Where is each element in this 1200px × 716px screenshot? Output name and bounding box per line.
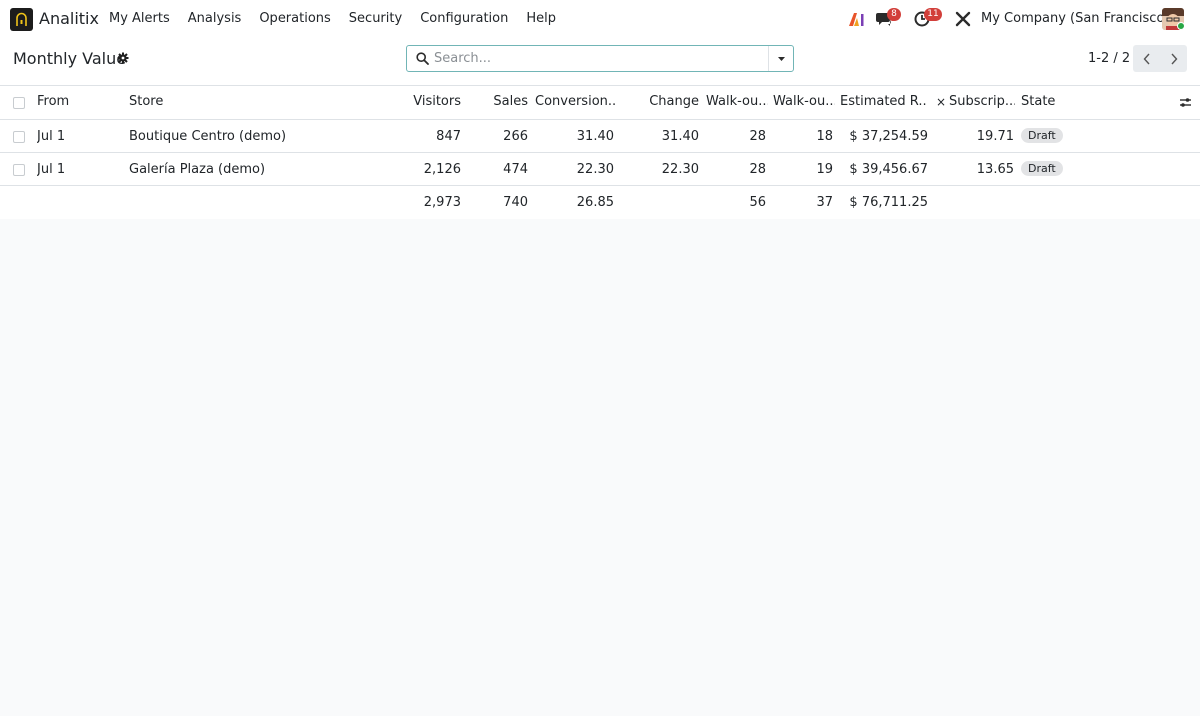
- column-header-state[interactable]: State: [1021, 86, 1101, 120]
- table-header: From Store Visitors Sales Conversion... …: [0, 86, 1200, 120]
- total-walkout-1: 56: [749, 195, 766, 210]
- table-totals-row: 2,973 740 26.85 56 37 $ 76,711.25: [0, 186, 1200, 219]
- total-estimated-revenue: $ 76,711.25: [849, 195, 928, 210]
- column-header-visitors[interactable]: Visitors: [395, 86, 461, 120]
- search-options-toggle[interactable]: [768, 46, 793, 71]
- page-title: Monthly Value: [13, 49, 127, 68]
- menu-my-alerts[interactable]: My Alerts: [100, 0, 179, 38]
- ai-icon[interactable]: [848, 11, 866, 27]
- remove-column-icon[interactable]: ×: [936, 86, 946, 120]
- caret-down-icon: [777, 56, 785, 61]
- search-box[interactable]: [406, 45, 794, 72]
- cell-sales: 266: [503, 129, 528, 144]
- cell-estimated-revenue: $ 37,254.59: [849, 129, 928, 144]
- app-logo-icon[interactable]: [10, 8, 33, 31]
- cell-sales: 474: [503, 162, 528, 177]
- column-header-walkout-2[interactable]: Walk-ou...: [773, 86, 835, 120]
- cell-conversion: 31.40: [576, 129, 614, 144]
- cell-subscription: 13.65: [976, 162, 1014, 177]
- total-visitors: 2,973: [423, 195, 461, 210]
- cell-walkout-2: 18: [816, 129, 833, 144]
- pager-value[interactable]: 1-2 / 2: [1088, 51, 1130, 66]
- search-icon: [416, 52, 429, 65]
- column-header-walkout-1[interactable]: Walk-ou...: [706, 86, 768, 120]
- row-checkbox[interactable]: [13, 131, 25, 143]
- cell-conversion: 22.30: [576, 162, 614, 177]
- chevron-left-icon: [1143, 53, 1150, 64]
- status-badge: Draft: [1021, 128, 1063, 143]
- cell-visitors: 2,126: [423, 162, 461, 177]
- cell-from: Jul 1: [37, 129, 66, 144]
- optional-columns-icon[interactable]: [1179, 96, 1192, 109]
- menu-configuration[interactable]: Configuration: [411, 0, 517, 38]
- column-header-estimated-revenue[interactable]: Estimated R...: [840, 86, 928, 120]
- pager-previous-button[interactable]: [1133, 45, 1160, 72]
- online-status-icon: [1177, 22, 1185, 30]
- menu-operations[interactable]: Operations: [250, 0, 339, 38]
- company-switcher[interactable]: My Company (San Francisco): [981, 11, 1169, 26]
- total-sales: 740: [503, 195, 528, 210]
- top-navbar: Analitix My Alerts Analysis Operations S…: [0, 0, 1200, 38]
- chat-count-badge: 8: [887, 8, 901, 21]
- table-row[interactable]: Jul 1 Boutique Centro (demo) 847 266 31.…: [0, 120, 1200, 153]
- app-name[interactable]: Analitix: [39, 9, 99, 28]
- cell-store: Galería Plaza (demo): [129, 162, 266, 177]
- activity-count-badge: 11: [924, 8, 942, 21]
- pager-next-button[interactable]: [1160, 45, 1187, 72]
- column-header-conversion[interactable]: Conversion...: [535, 86, 617, 120]
- chevron-right-icon: [1170, 53, 1177, 64]
- cell-store: Boutique Centro (demo): [129, 129, 287, 144]
- status-badge: Draft: [1021, 161, 1063, 176]
- column-header-sales[interactable]: Sales: [470, 86, 528, 120]
- search-input[interactable]: [434, 49, 764, 68]
- gear-icon[interactable]: [117, 52, 129, 64]
- column-header-change[interactable]: Change: [630, 86, 699, 120]
- cell-visitors: 847: [436, 129, 461, 144]
- cell-change: 22.30: [661, 162, 699, 177]
- menu-security[interactable]: Security: [340, 0, 411, 38]
- column-header-from[interactable]: From: [37, 86, 125, 120]
- cell-walkout-1: 28: [749, 129, 766, 144]
- menu-help[interactable]: Help: [517, 0, 565, 38]
- cell-from: Jul 1: [37, 162, 66, 177]
- column-header-subscription[interactable]: Subscrip...: [949, 86, 1015, 120]
- column-header-store[interactable]: Store: [129, 86, 349, 120]
- total-walkout-2: 37: [816, 195, 833, 210]
- control-panel: Monthly Value 1-2 / 2: [0, 38, 1200, 86]
- table-row[interactable]: Jul 1 Galería Plaza (demo) 2,126 474 22.…: [0, 153, 1200, 186]
- cell-estimated-revenue: $ 39,456.67: [849, 162, 928, 177]
- menu-analysis[interactable]: Analysis: [179, 0, 251, 38]
- cell-state: Draft: [1021, 153, 1101, 186]
- row-checkbox[interactable]: [13, 164, 25, 176]
- cell-subscription: 19.71: [976, 129, 1014, 144]
- main-menu: My Alerts Analysis Operations Security C…: [100, 0, 565, 38]
- total-conversion: 26.85: [576, 195, 614, 210]
- cell-state: Draft: [1021, 120, 1101, 153]
- cell-walkout-1: 28: [749, 162, 766, 177]
- cell-walkout-2: 19: [816, 162, 833, 177]
- debug-tools-icon[interactable]: [955, 11, 971, 27]
- cell-change: 31.40: [661, 129, 699, 144]
- select-all-checkbox[interactable]: [13, 97, 25, 109]
